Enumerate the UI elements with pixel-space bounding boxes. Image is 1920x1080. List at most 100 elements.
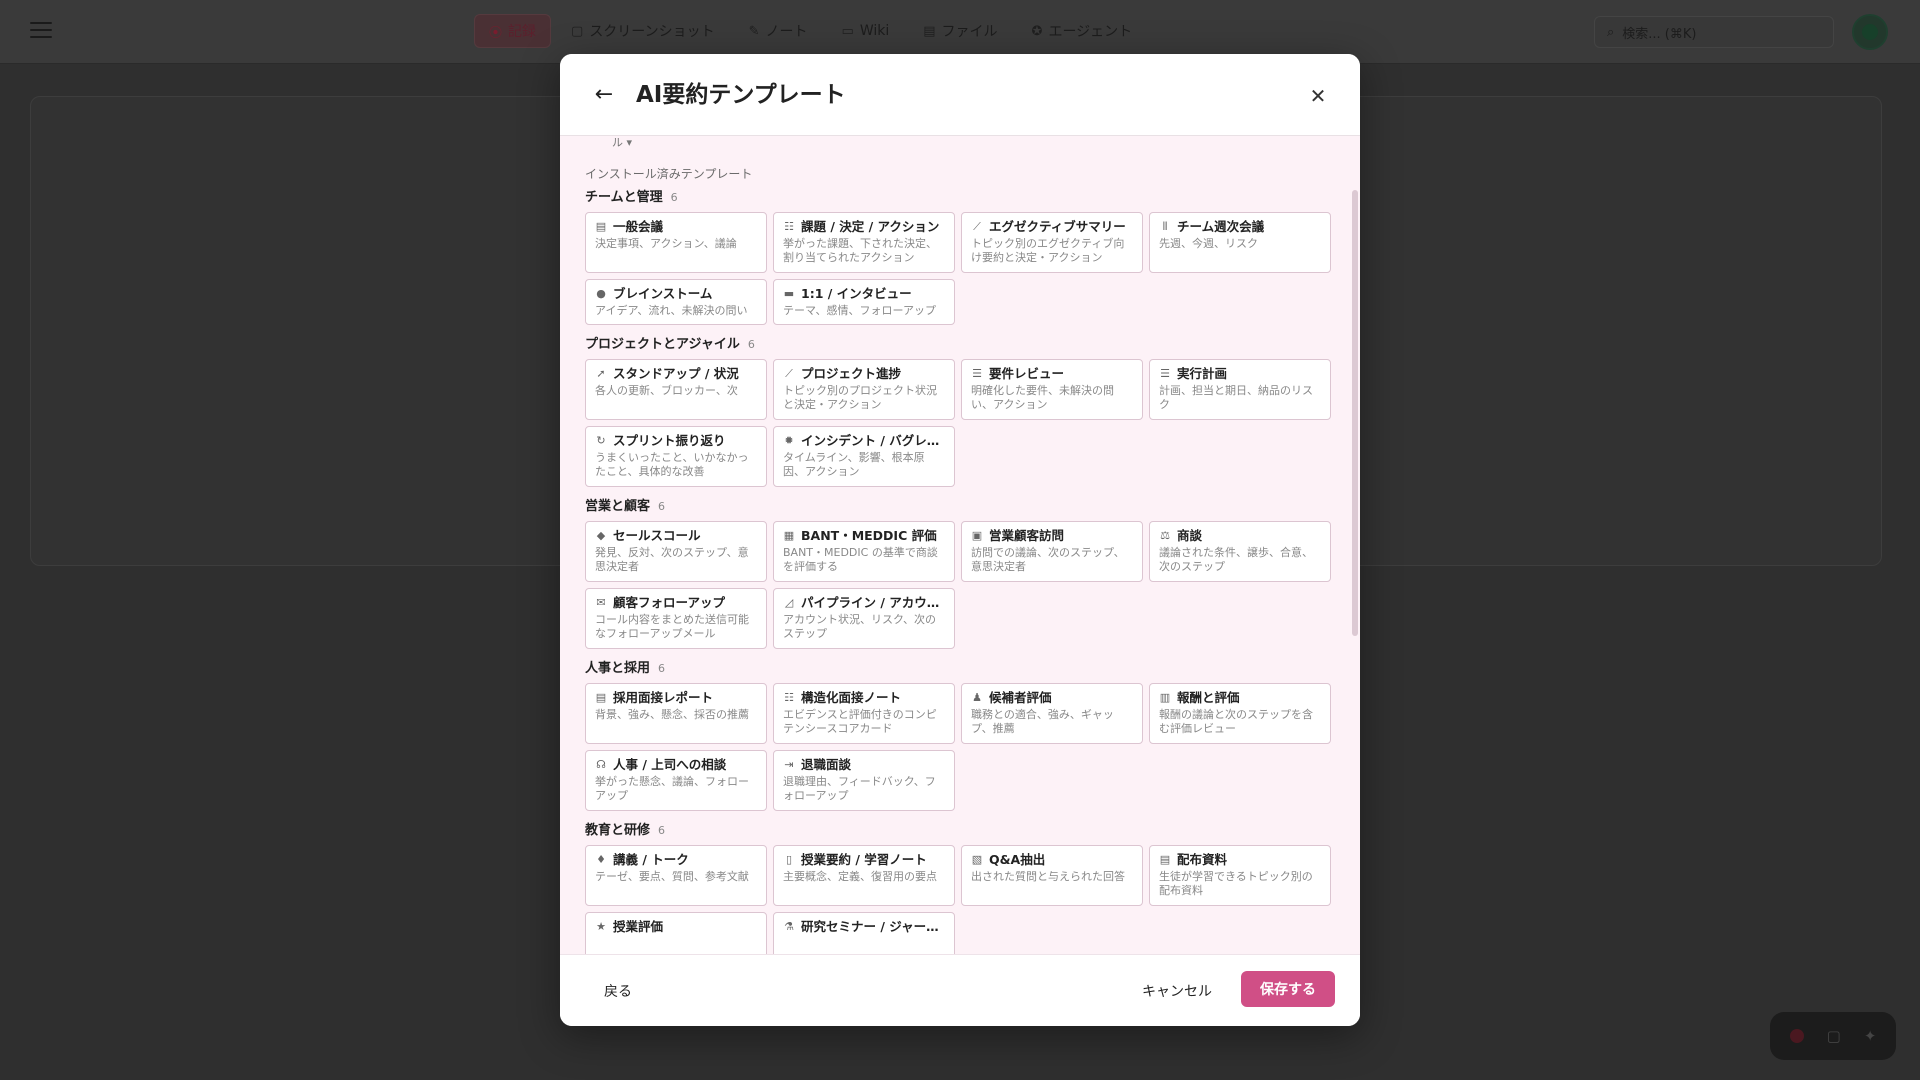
template-card[interactable]: ♦ 講義 / トーク テーゼ、要点、質問、参考文献 [585,845,767,906]
template-card[interactable]: ☷ 課題 / 決定 / アクション 挙がった課題、下された決定、割り当てられたアクシ… [773,212,955,273]
template-description: 生徒が学習できるトピック別の配布資料 [1159,870,1313,897]
template-card-head: ☰ 要件レビュー [971,366,1134,382]
template-card[interactable]: ♟ 候補者評価 職務との適合、強み、ギャップ、推薦 [961,683,1143,744]
template-card-head: ⚖ 商談 [1159,528,1322,544]
template-card[interactable]: ↻ スプリント振り返り うまくいったこと、いかなかったこと、具体的な改善 [585,426,767,487]
template-card-head: ♦ 講義 / トーク [595,852,758,868]
template-card[interactable]: ▣ 営業顧客訪問 訪問での議論、次のステップ、意思決定者 [961,521,1143,582]
template-name: 退職面談 [801,757,852,772]
template-card[interactable]: ⟋ プロジェクト進捗 トピック別のプロジェクト状況と決定・アクション [773,359,955,420]
template-card[interactable]: ▤ 一般会議 決定事項、アクション、議論 [585,212,767,273]
template-card[interactable]: ▤ 配布資料生徒が学習できるトピック別の配布資料 [1149,845,1331,906]
columns-icon: ⦀ [1162,220,1168,233]
scrollbar[interactable] [1352,190,1358,636]
template-description: 計画、担当と期日、納品のリスク [1159,384,1313,411]
template-card[interactable]: ⚖ 商談 議論された条件、譲歩、合意、次のステップ [1149,521,1331,582]
graduation-cap-icon: ♦ [596,853,606,866]
cancel-button[interactable]: キャンセル [1142,981,1212,1001]
template-description: 各人の更新、ブロッカー、次 [595,384,738,397]
nav-item-1[interactable]: ▢ スクリーンショット [557,14,729,48]
template-card[interactable]: ✹ インシデント / バグレビュータイムライン、影響、根本原因、アクション [773,426,955,487]
template-description: 挙がった懸念、議論、フォローアップ [595,775,749,802]
template-card[interactable]: ⚗ 研究セミナー / ジャーナルクラブ [773,912,955,954]
nav-item-label: 記録 [508,24,537,40]
sparkle-icon[interactable]: ✦ [1864,1027,1877,1045]
template-card-head: ⦀ チーム週次会議 [1159,219,1322,235]
template-card[interactable]: ▬ 1:1 / インタビュー テーマ、感情、フォローアップ [773,279,955,325]
template-name: 要件レビュー [989,366,1065,381]
template-description: 訪問での議論、次のステップ、意思決定者 [971,546,1125,573]
template-card[interactable]: ✉ 顧客フォローアップ コール内容をまとめた送信可能なフォローアップメール [585,588,767,649]
installed-label: インストール済みテンプレート [585,167,753,181]
template-name: Q&A抽出 [989,852,1046,867]
template-card[interactable]: ◿ パイプライン / アカウントレビューアカウント状況、リスク、次のステップ [773,588,955,649]
template-card[interactable]: ➚ スタンドアップ / 状況 各人の更新、ブロッカー、次 [585,359,767,420]
template-section: 教育と研修 6 ♦ 講義 / トーク テーゼ、要点、質問、参考文献 ▯ 授業要約 / 学習ノ… [585,823,1335,954]
screenshot-icon[interactable]: ▢ [1827,1027,1841,1045]
record-button[interactable] [1789,1029,1804,1043]
nav-item-2[interactable]: ✎ ノート [735,14,822,48]
checklist-icon: ☷ [784,220,794,233]
qa-icon: ▧ [971,853,983,866]
search-input[interactable]: ⌕ 検索... (⌘K) [1594,16,1834,48]
template-card-head: ▬ 1:1 / インタビュー [783,286,946,302]
back-button[interactable]: 戻る [604,981,632,1001]
nav-item-3[interactable]: ▭ Wiki [828,14,904,48]
nav-item-5[interactable]: ✪ エージェント [1018,14,1147,48]
section-name: 教育と研修 [585,823,651,838]
template-card[interactable]: ★ 授業評価 [585,912,767,954]
save-button[interactable]: 保存する [1241,971,1335,1007]
template-card[interactable]: ☰ 要件レビュー 明確化した要件、未解決の問い、アクション [961,359,1143,420]
avatar[interactable] [1852,14,1888,50]
template-card[interactable]: ▯ 授業要約 / 学習ノート 主要概念、定義、復習用の要点 [773,845,955,906]
template-card-head: ⟋ プロジェクト進捗 [783,366,946,382]
section-title: 営業と顧客 6 [585,499,1335,515]
template-card[interactable]: ⟋ エグゼクティブサマリー トピック別のエグゼクティブ向け要約と決定・アクション [961,212,1143,273]
template-card-head: ☷ 構造化面接ノート [783,690,946,706]
handout-icon: ▤ [1159,853,1171,866]
template-name: スタンドアップ / 状況 [613,366,739,381]
headset-icon: ☊ [596,758,606,771]
section-name: プロジェクトとアジャイル [585,337,740,352]
menu-icon[interactable] [30,22,52,40]
template-name: 営業顧客訪問 [989,528,1065,543]
template-card[interactable]: ⇥ 退職面談 退職理由、フィードバック、フォローアップ [773,750,955,811]
template-grid: ♦ 講義 / トーク テーゼ、要点、質問、参考文献 ▯ 授業要約 / 学習ノート 主要概念… [585,845,1335,954]
modal-title: AI要約テンプレート [636,82,846,108]
template-card-head: ✉ 顧客フォローアップ [595,595,758,611]
wiki-icon: ▭ [841,23,854,39]
section-count: 6 [658,824,666,837]
template-name: 講義 / トーク [613,852,689,867]
template-card[interactable]: ▧ Q&A抽出 出された質問と与えられた回答 [961,845,1143,906]
close-icon[interactable]: ✕ [1308,86,1328,106]
template-card[interactable]: ☊ 人事 / 上司への相談挙がった懸念、議論、フォローアップ [585,750,767,811]
user-check-icon: ♟ [972,691,982,704]
template-card[interactable]: ● ブレインストーム アイデア、流れ、未解決の問い [585,279,767,325]
template-description: 報酬の議論と次のステップを含む評価レビュー [1159,708,1313,735]
template-card-head: ● ブレインストーム [595,286,758,302]
template-card-head: ▤ 配布資料 [1159,852,1322,868]
document-icon: ▤ [595,220,607,233]
template-name: パイプライン / アカウントレビュー [801,595,946,610]
bulb-icon: ● [596,287,606,300]
template-grid: ▤ 採用面接レポート 背景、強み、懸念、採否の推薦 ☷ 構造化面接ノート エビデンスと評価… [585,683,1335,811]
template-card[interactable]: ▦ BANT・MEDDIC 評価 BANT・MEDDIC の基準で商談を評価する [773,521,955,582]
template-card[interactable]: ▥ 報酬と評価 報酬の議論と次のステップを含む評価レビュー [1149,683,1331,744]
template-name: 顧客フォローアップ [613,595,726,610]
template-description: うまくいったこと、いかなかったこと、具体的な改善 [595,451,749,478]
template-description: 背景、強み、懸念、採否の推薦 [595,708,749,721]
template-card[interactable]: ☰ 実行計画 計画、担当と期日、納品のリスク [1149,359,1331,420]
template-description: アイデア、流れ、未解決の問い [595,304,748,317]
nav-item-4[interactable]: ▤ ファイル [909,14,1011,48]
template-card[interactable]: ⦀ チーム週次会議 先週、今週、リスク [1149,212,1331,273]
nav-item-label: ファイル [941,24,998,40]
template-card[interactable]: ☷ 構造化面接ノート エビデンスと評価付きのコンピテンシースコアカード [773,683,955,744]
section-name: チームと管理 [585,190,663,205]
template-card[interactable]: ◆ セールスコール 発見、反対、次のステップ、意思決定者 [585,521,767,582]
floating-toolbar: ▢ ✦ [1770,1012,1896,1060]
back-arrow-icon[interactable]: ← [592,83,616,107]
template-card-head: ☊ 人事 / 上司への相談 [595,757,758,773]
template-card[interactable]: ▤ 採用面接レポート 背景、強み、懸念、採否の推薦 [585,683,767,744]
section-title: 人事と採用 6 [585,661,1335,677]
nav-item-0[interactable]: ⦿ 記録 [474,14,552,48]
